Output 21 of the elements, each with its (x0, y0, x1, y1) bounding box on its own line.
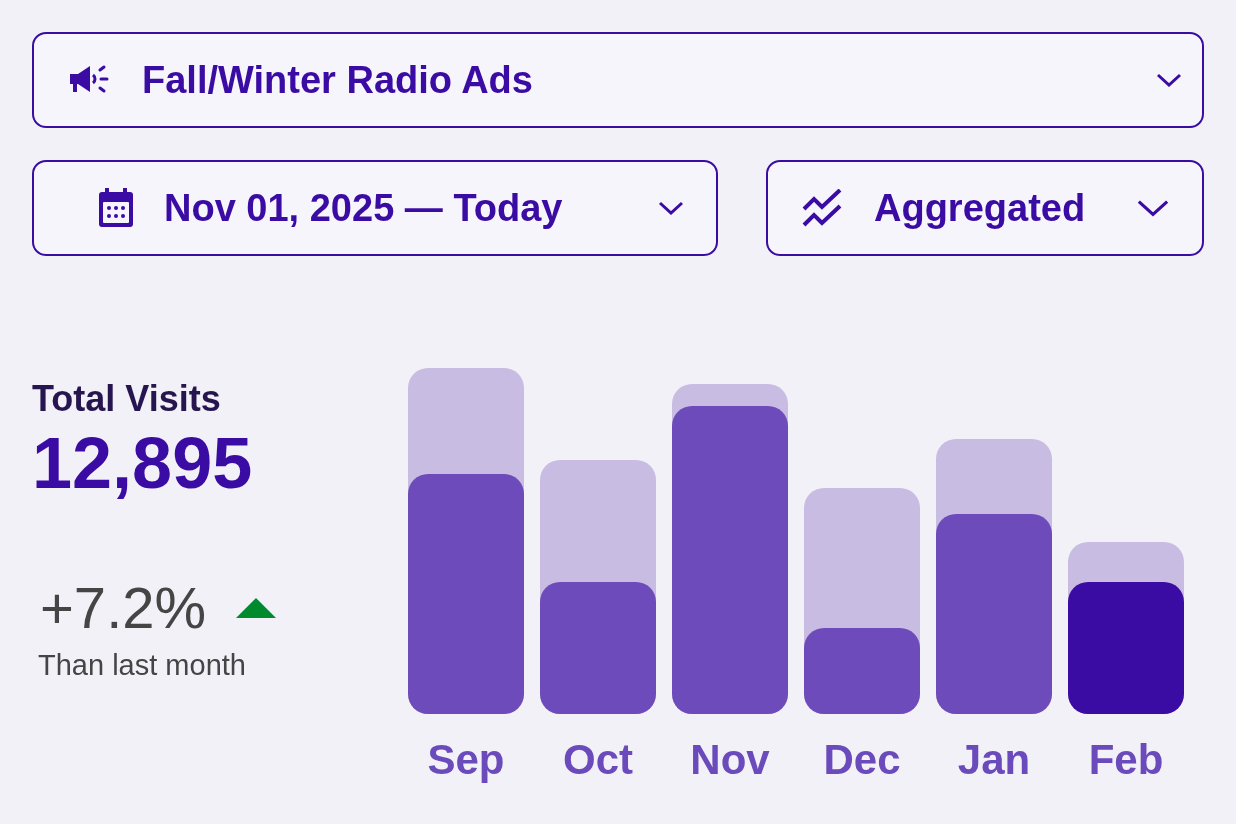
change-percent: +7.2% (40, 574, 207, 641)
change-caption: Than last month (38, 649, 247, 682)
month-label: Oct (563, 735, 633, 785)
view-mode-dropdown[interactable]: Aggregated (766, 160, 1204, 256)
month-label: Nov (690, 735, 770, 785)
chart-bar[interactable] (1068, 582, 1184, 714)
month-label: Dec (823, 735, 901, 785)
month-label: Sep (427, 735, 505, 785)
chart-bar[interactable] (540, 582, 656, 714)
chevron-down-icon (1156, 73, 1182, 87)
stat-value: 12,895 (32, 422, 254, 504)
chart-bar[interactable] (804, 628, 920, 714)
trend-lines-icon (802, 189, 844, 227)
chevron-down-icon (1136, 199, 1170, 217)
calendar-icon (98, 188, 134, 228)
date-range-dropdown[interactable]: Nov 01, 2025 — Today (32, 160, 718, 256)
campaign-dropdown[interactable]: Fall/Winter Radio Ads (32, 32, 1204, 128)
chevron-down-icon (658, 201, 684, 215)
month-label: Jan (957, 735, 1031, 785)
stat-title: Total Visits (32, 378, 222, 420)
month-label: Feb (1088, 735, 1164, 785)
